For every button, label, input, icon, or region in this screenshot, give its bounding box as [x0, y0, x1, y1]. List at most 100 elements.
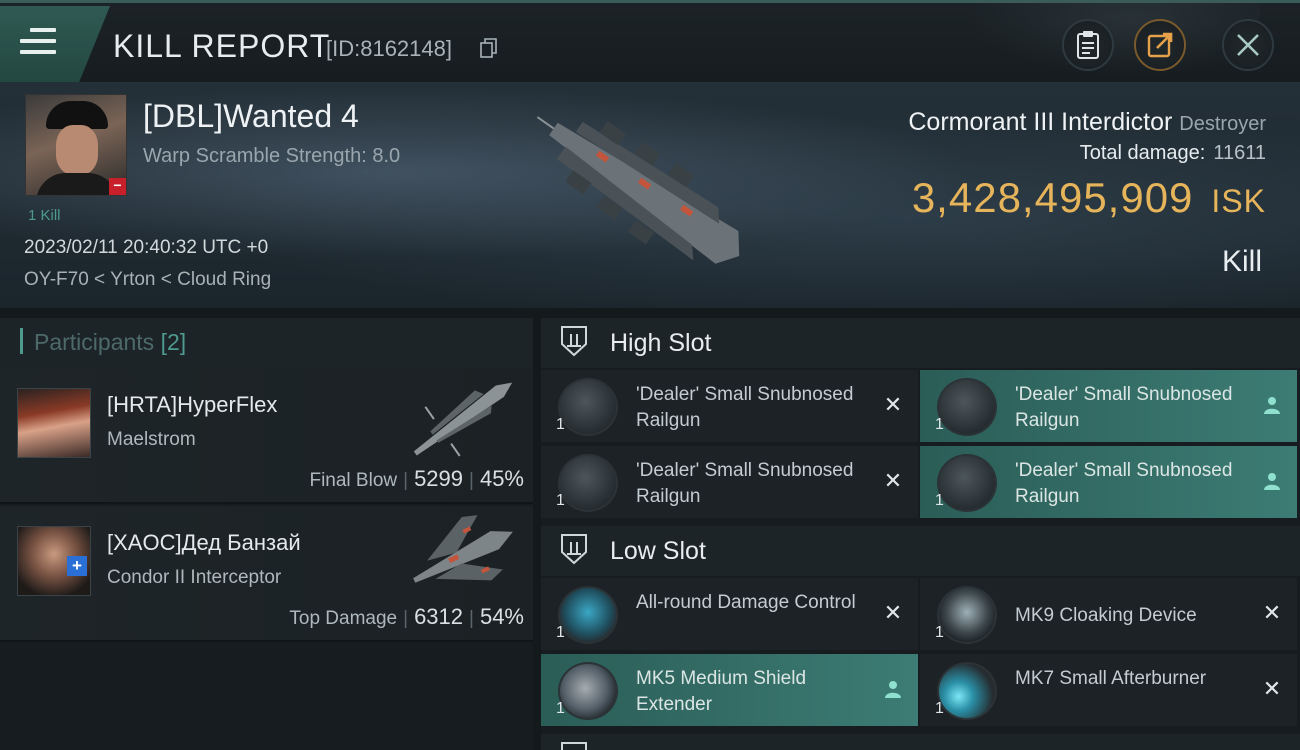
railgun-icon: [937, 454, 997, 512]
participant-ship: Condor II Interceptor: [107, 567, 282, 588]
participants-panel: Participants [2] [HRTA]HyperFlex Maelstr…: [0, 318, 533, 750]
module-qty: 1: [935, 492, 944, 509]
participant-name: [XAOC]Дед Банзай: [107, 530, 301, 555]
railgun-icon: [558, 378, 618, 436]
participant-row[interactable]: [HRTA]HyperFlex Maelstrom Final Blow | 529…: [0, 368, 533, 504]
participant-ship-image: [413, 515, 513, 583]
victim-ship-name[interactable]: Cormorant III Interdictor Destroyer: [908, 108, 1266, 137]
total-damage-label: Total damage:: [1079, 142, 1206, 164]
module-qty: 1: [935, 416, 944, 433]
header-accent: [20, 328, 23, 354]
menu-icon: [20, 28, 56, 60]
module-qty: 1: [556, 624, 565, 641]
isk-amount: 3,428,495,909: [911, 174, 1194, 221]
low-slot-header: Low Slot: [541, 526, 1300, 576]
damage-control-icon: [558, 586, 618, 644]
cloaking-device-icon: [937, 586, 997, 644]
module-name: 'Dealer' Small Snubnosed Railgun: [1015, 460, 1233, 507]
module-name: 'Dealer' Small Snubnosed Railgun: [636, 384, 854, 431]
participants-label: Participants: [34, 329, 155, 355]
report-id: [ID:8162148]: [326, 36, 452, 61]
warp-scramble-strength: Warp Scramble Strength: 8.0: [143, 145, 401, 167]
participant-avatar[interactable]: [17, 388, 91, 458]
ship-type: Cormorant III Interdictor: [908, 108, 1173, 136]
slot-icon: [561, 326, 587, 357]
module-name: MK5 Medium Shield Extender: [636, 668, 807, 715]
victim-panel: − [DBL]Wanted 4 Warp Scramble Strength: …: [0, 82, 1300, 308]
low-slot-label: Low Slot: [610, 537, 706, 565]
module-item[interactable]: 1 'Dealer' Small Snubnosed Railgun: [920, 370, 1297, 442]
module-item[interactable]: 1 All-round Damage Control ✕: [541, 578, 918, 650]
kill-datetime: 2023/02/11 20:40:32 UTC +0: [24, 237, 269, 258]
corp-plus-icon: +: [67, 556, 87, 576]
next-slot-header: [541, 734, 1300, 750]
afterburner-icon: [937, 662, 997, 720]
slot-icon: [561, 534, 587, 565]
participant-stats: Top Damage | 6312 | 54%: [289, 604, 524, 629]
participant-row[interactable]: + [XAOC]Дед Банзай Condor II Interceptor…: [0, 506, 533, 642]
module-item[interactable]: 1 MK9 Cloaking Device ✕: [920, 578, 1297, 650]
module-name: MK7 Small Afterburner: [1015, 668, 1207, 689]
participant-ship: Maelstrom: [107, 429, 196, 450]
top-bar: KILL REPORT [ID:8162148]: [0, 0, 1300, 85]
isk-unit: ISK: [1211, 183, 1266, 219]
destroyed-x-icon: ✕: [1262, 600, 1282, 625]
railgun-icon: [937, 378, 997, 436]
destroyed-x-icon: ✕: [883, 392, 903, 417]
module-item[interactable]: 1 'Dealer' Small Snubnosed Railgun ✕: [541, 446, 918, 518]
close-icon: [1237, 34, 1259, 56]
total-damage: Total damage: 11611: [1080, 142, 1266, 165]
result-label: Kill: [1221, 245, 1262, 278]
victim-ship-image[interactable]: [515, 100, 775, 280]
copy-icon[interactable]: [480, 38, 498, 58]
victim-name[interactable]: [DBL]Wanted 4: [143, 98, 359, 135]
close-button[interactable]: [1222, 19, 1274, 71]
module-item[interactable]: 1 'Dealer' Small Snubnosed Railgun: [920, 446, 1297, 518]
participant-ship-image: [413, 382, 513, 457]
menu-button[interactable]: [0, 6, 110, 82]
shield-extender-icon: [558, 662, 618, 720]
module-item[interactable]: 1 'Dealer' Small Snubnosed Railgun ✕: [541, 370, 918, 442]
module-qty: 1: [935, 700, 944, 717]
destroyed-x-icon: ✕: [883, 600, 903, 625]
participant-percent: 54%: [479, 604, 524, 629]
participant-damage: 5299: [414, 466, 464, 491]
participant-role: Final Blow: [309, 470, 398, 491]
participant-name: [HRTA]HyperFlex: [107, 392, 278, 417]
clipboard-icon: [1077, 31, 1099, 59]
slot-icon: [561, 742, 587, 750]
dropped-person-icon: [1264, 473, 1280, 490]
module-item[interactable]: 1 MK7 Small Afterburner ✕: [920, 654, 1297, 726]
module-name: 'Dealer' Small Snubnosed Railgun: [1015, 384, 1233, 431]
dropped-person-icon: [1264, 397, 1280, 414]
module-name: MK9 Cloaking Device: [1015, 605, 1197, 626]
share-button[interactable]: [1134, 19, 1186, 71]
page-title: KILL REPORT: [113, 28, 331, 64]
destroyed-x-icon: ✕: [1262, 676, 1282, 701]
participants-header: Participants [2]: [0, 318, 533, 368]
clipboard-button[interactable]: [1062, 19, 1114, 71]
hostile-badge-icon: −: [109, 178, 126, 195]
high-slot-label: High Slot: [610, 329, 712, 357]
kill-count: 1 Kill: [28, 207, 61, 224]
destroyed-x-icon: ✕: [883, 468, 903, 493]
participant-role: Top Damage: [289, 608, 398, 629]
total-damage-value: 11611: [1213, 142, 1266, 164]
ship-class: Destroyer: [1179, 113, 1266, 135]
module-name: All-round Damage Control: [636, 592, 856, 613]
fitting-panel: High Slot 1 'Dealer' Small Snubnosed Rai…: [541, 318, 1300, 750]
railgun-icon: [558, 454, 618, 512]
participants-count: [2]: [160, 329, 187, 355]
module-item[interactable]: 1 MK5 Medium Shield Extender: [541, 654, 918, 726]
module-name: 'Dealer' Small Snubnosed Railgun: [636, 460, 854, 507]
module-qty: 1: [556, 492, 565, 509]
participant-percent: 45%: [479, 466, 524, 491]
participant-stats: Final Blow | 5299 | 45%: [309, 466, 524, 491]
kill-location[interactable]: OY-F70 < Yrton < Cloud Ring: [24, 269, 271, 291]
module-qty: 1: [935, 624, 944, 641]
dropped-person-icon: [885, 681, 901, 698]
share-icon: [1147, 32, 1173, 58]
module-qty: 1: [556, 700, 565, 717]
high-slot-header: High Slot: [541, 318, 1300, 368]
isk-value: 3,428,495,909 ISK: [912, 174, 1266, 222]
